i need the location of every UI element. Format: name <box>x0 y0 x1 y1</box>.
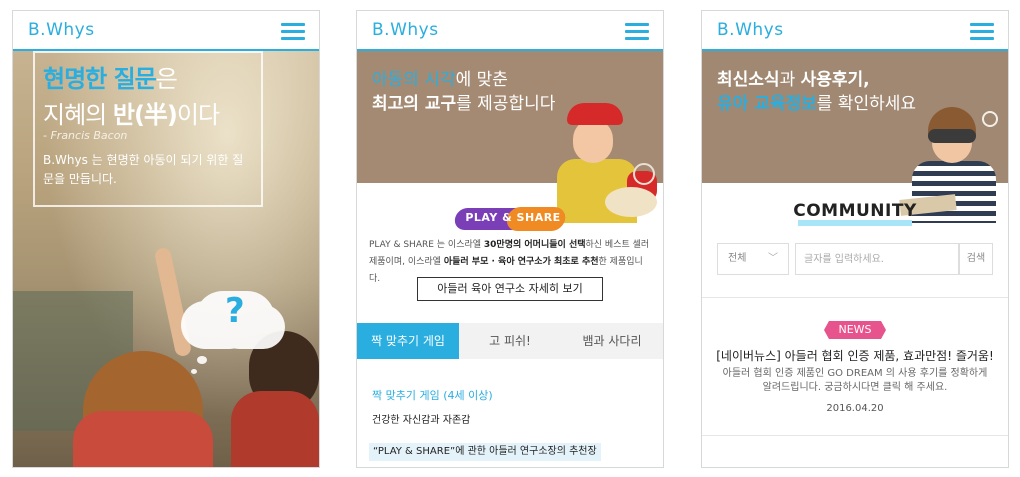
community-title: COMMUNITY <box>793 201 917 221</box>
header: B.Whys <box>13 11 319 51</box>
headline-line2: 지혜의 반(半)이다 <box>43 101 220 129</box>
game-tabs: 짝 맞추기 게임 고 피쉬! 뱀과 사다리 <box>357 323 663 359</box>
hero-line2: 최고의 교구를 제공합니다 <box>372 94 556 114</box>
news-badge: NEWS <box>824 321 886 339</box>
beret <box>567 103 623 125</box>
search-input[interactable] <box>795 243 959 275</box>
hamburger-menu-icon[interactable] <box>970 23 994 40</box>
chevron-down-icon: ﹀ <box>768 253 778 264</box>
phone-screen-product: B.Whys 아동의 시각에 맞춘 최고의 교구를 제공합니다 PLAY & S… <box>356 10 664 468</box>
header: B.Whys <box>357 11 663 51</box>
phone-screen-home: B.Whys ? 현명한 질문은 지혜의 반(半)이다 - Francis Ba… <box>12 10 320 468</box>
headline-line1: 현명한 질문은 <box>43 65 178 93</box>
hamburger-menu-icon[interactable] <box>625 23 649 40</box>
divider <box>702 297 1008 298</box>
header: B.Whys <box>702 11 1008 51</box>
phone-screen-community: B.Whys 최신소식과 사용후기, 유아 교육정보를 확인하세요 COMMUN… <box>701 10 1009 468</box>
hero-line2: 유아 교육정보를 확인하세요 <box>717 94 917 114</box>
logo[interactable]: B.Whys <box>372 20 439 40</box>
news-description: 아들러 협회 인증 제품인 GO DREAM 의 사용 후기를 정확하게 알려드… <box>722 368 988 393</box>
adler-institute-button[interactable]: 아들러 육아 연구소 자세히 보기 <box>417 277 603 301</box>
hero-line1: 아동의 시각에 맞춘 <box>372 70 508 90</box>
palette-icon <box>605 187 657 217</box>
tab-matching-game[interactable]: 짝 맞추기 게임 <box>357 323 459 359</box>
news-date: 2016.04.20 <box>826 403 884 414</box>
tab-go-fish[interactable]: 고 피쉬! <box>459 323 561 359</box>
hero-line1: 최신소식과 사용후기, <box>717 70 870 90</box>
hero-description: B.Whys 는 현명한 아동이 되기 위한 질문을 만듭니다. <box>43 153 244 186</box>
logo[interactable]: B.Whys <box>28 20 95 40</box>
binoculars-icon <box>928 129 976 143</box>
game-title: 짝 맞추기 게임 (4세 이상) <box>372 389 493 402</box>
play-share-label: PLAY & SHARE <box>465 211 561 224</box>
category-select[interactable]: 전체 ﹀ <box>717 243 789 275</box>
quote-author: - Francis Bacon <box>43 129 128 142</box>
divider <box>702 435 1008 436</box>
news-title[interactable]: [네이버뉴스] 아들러 협회 인증 제품, 효과만점! 즐거움! <box>702 347 1008 364</box>
tab-snakes-ladders[interactable]: 뱀과 사다리 <box>561 323 663 359</box>
search-button[interactable]: 검색 <box>959 243 993 275</box>
game-description: 건강한 자신감과 자존감 <box>372 415 471 426</box>
recommendation-link[interactable]: “PLAY & SHARE”에 관한 아들러 연구소장의 추천장 <box>369 443 601 461</box>
search-bar: 전체 ﹀ 검색 <box>717 243 993 275</box>
hamburger-menu-icon[interactable] <box>281 23 305 40</box>
logo[interactable]: B.Whys <box>717 20 784 40</box>
question-mark-icon: ? <box>225 291 245 331</box>
magnifier-icon <box>982 111 998 127</box>
globe-icon <box>633 163 655 185</box>
